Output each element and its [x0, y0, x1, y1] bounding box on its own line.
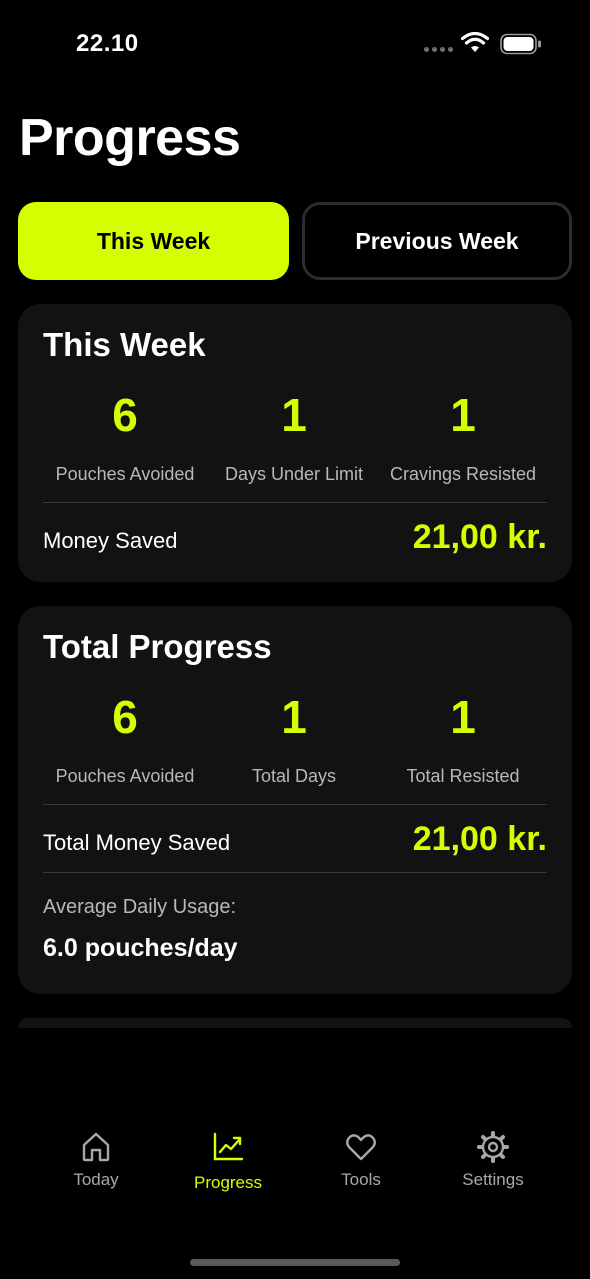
card-title: This Week — [43, 326, 206, 363]
stat-label: Days Under Limit — [224, 464, 364, 484]
divider — [43, 872, 547, 873]
tabbar-label: Tools — [341, 1170, 381, 1189]
stat-label: Total Days — [251, 766, 337, 786]
average-daily-usage-label: Average Daily Usage: — [43, 896, 237, 918]
stat-value: 1 — [450, 691, 476, 743]
status-time: 22.10 — [76, 30, 139, 57]
tabbar-item-today[interactable]: Today — [36, 1130, 156, 1190]
stat-label: Pouches Avoided — [55, 464, 195, 484]
card-title: Total Progress — [43, 628, 272, 665]
divider — [43, 502, 547, 503]
tab-this-week[interactable]: This Week — [18, 202, 289, 280]
tabbar-label: Progress — [193, 1173, 263, 1192]
divider — [43, 804, 547, 805]
tabbar-item-settings[interactable]: Settings — [433, 1130, 553, 1190]
stat-pouches-avoided: 6 Pouches Avoided — [35, 694, 215, 787]
stat-cravings-resisted: 1 Cravings Resisted — [373, 392, 553, 485]
battery-icon — [500, 33, 541, 55]
chart-icon — [213, 1132, 244, 1161]
tab-previous-week[interactable]: Previous Week — [302, 202, 572, 280]
stat-total-resisted: 1 Total Resisted — [373, 694, 553, 787]
status-bar: 22.10 — [0, 0, 590, 88]
stat-value: 1 — [281, 691, 307, 743]
home-indicator[interactable] — [190, 1259, 400, 1266]
total-money-saved-value: 21,00 kr. — [412, 820, 547, 858]
money-saved-label: Money Saved — [43, 528, 178, 553]
wifi-icon — [461, 32, 489, 52]
stat-label: Total Resisted — [406, 766, 520, 786]
home-icon — [82, 1132, 110, 1162]
this-week-card: This Week 6 Pouches Avoided 1 Days Under… — [18, 304, 572, 582]
stat-value: 1 — [281, 389, 307, 441]
gear-icon — [477, 1131, 509, 1163]
stat-value: 6 — [112, 389, 138, 441]
stat-label: Pouches Avoided — [55, 766, 195, 786]
stat-days-under-limit: 1 Days Under Limit — [204, 392, 384, 485]
tabbar-label: Settings — [462, 1170, 524, 1189]
cellular-signal-icon — [424, 47, 453, 52]
stat-pouches-avoided: 6 Pouches Avoided — [35, 392, 215, 485]
page-title: Progress — [19, 109, 241, 167]
heart-icon — [346, 1134, 376, 1161]
tabbar-label: Today — [73, 1170, 119, 1189]
stat-value: 6 — [112, 691, 138, 743]
total-progress-card: Total Progress 6 Pouches Avoided 1 Total… — [18, 606, 572, 994]
tab-bar: Today Progress Tools Settings — [0, 1100, 590, 1220]
stat-label: Cravings Resisted — [389, 464, 537, 484]
stat-total-days: 1 Total Days — [204, 694, 384, 787]
next-card-peek — [18, 1018, 572, 1028]
tabbar-item-tools[interactable]: Tools — [301, 1130, 421, 1190]
total-money-saved-label: Total Money Saved — [43, 830, 231, 855]
stat-value: 1 — [450, 389, 476, 441]
progress-screen: 22.10 Progress This Week Previous Week T… — [0, 0, 590, 1279]
tabbar-item-progress[interactable]: Progress — [168, 1130, 288, 1193]
money-saved-value: 21,00 kr. — [412, 518, 547, 556]
average-daily-usage-value: 6.0 pouches/day — [43, 934, 238, 962]
